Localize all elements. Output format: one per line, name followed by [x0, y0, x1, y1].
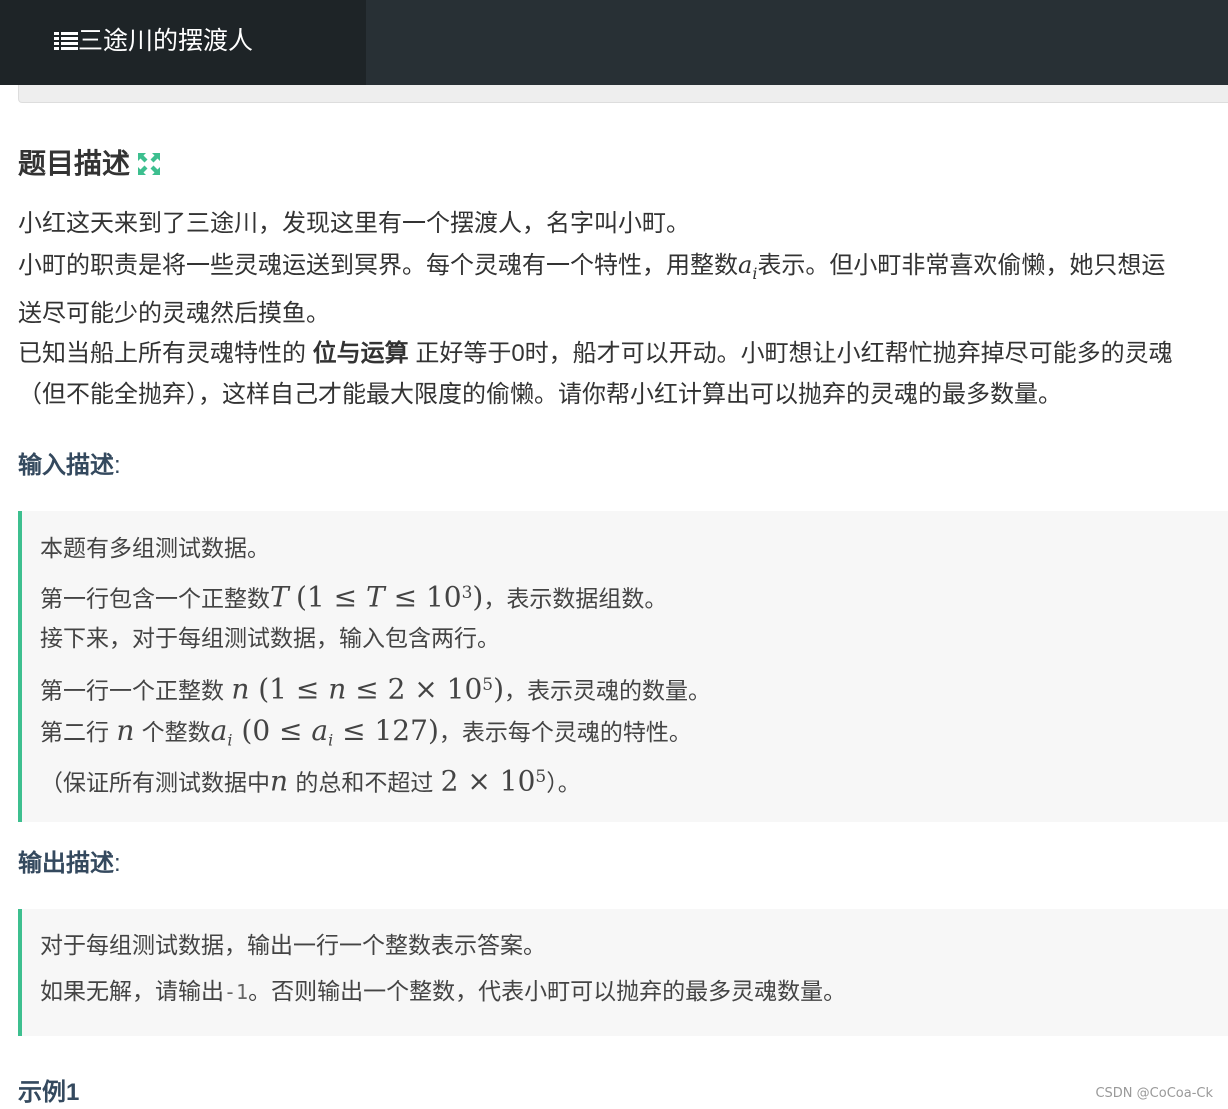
expand-arrows-icon[interactable]: [138, 153, 161, 175]
desc-line: 已知当船上所有灵魂特性的 位与运算 正好等于0时，船才可以开动。小町想让小红帮忙…: [18, 340, 1173, 368]
desc-line: 送尽可能少的灵魂然后摸鱼。: [18, 299, 330, 327]
input-line: 本题有多组测试数据。: [40, 536, 270, 562]
page-title: 三途川的摆渡人: [78, 27, 254, 55]
output-heading: 输出描述:: [18, 850, 121, 877]
problem-heading: 题目描述: [18, 144, 161, 184]
problem-heading-text: 题目描述: [18, 148, 131, 179]
desc-line: 小红这天来到了三途川，发现这里有一个摆渡人，名字叫小町。: [18, 210, 690, 237]
problem-description: 小红这天来到了三途川，发现这里有一个摆渡人，名字叫小町。 小町的职责是将一些灵魂…: [18, 204, 1228, 415]
top-navbar: 三途川的摆渡人: [0, 0, 1228, 85]
output-line: 对于每组测试数据，输出一行一个整数表示答案。: [40, 933, 546, 959]
watermark-text: CSDN @CoCoa-Ck: [1095, 1086, 1213, 1101]
input-line: （保证所有测试数据中n 的总和不超过 2 × 105）。: [40, 764, 581, 798]
output-block: 对于每组测试数据，输出一行一个整数表示答案。 如果无解，请输出-1。否则输出一个…: [18, 909, 1228, 1036]
list-icon: [54, 32, 78, 50]
input-heading: 输入描述:: [18, 452, 121, 479]
brand-area[interactable]: 三途川的摆渡人: [0, 0, 366, 85]
input-line: 接下来，对于每组测试数据，输入包含两行。: [40, 626, 500, 652]
desc-line: （但不能全抛弃），这样自己才能最大限度的偷懒。请你帮小红计算出可以抛弃的灵魂的最…: [18, 380, 1062, 408]
breadcrumb-strip: [18, 85, 1228, 103]
input-line: 第一行包含一个正整数T (1 ≤ T ≤ 103)，表示数据组数。: [40, 580, 668, 614]
desc-line: 小町的职责是将一些灵魂运送到冥界。每个灵魂有一个特性，用整数ai表示。但小町非常…: [18, 250, 1166, 283]
bold-term: 位与运算: [312, 340, 409, 368]
input-line: 第二行 n 个整数ai (0 ≤ ai ≤ 127)，表示每个灵魂的特性。: [40, 714, 692, 750]
example-heading: 示例1: [18, 1079, 80, 1106]
output-line: 如果无解，请输出-1。否则输出一个整数，代表小町可以抛弃的最多灵魂数量。: [40, 979, 847, 1005]
input-line: 第一行一个正整数 n (1 ≤ n ≤ 2 × 105)，表示灵魂的数量。: [40, 672, 712, 706]
inline-code: -1: [224, 980, 249, 1004]
input-block: 本题有多组测试数据。 第一行包含一个正整数T (1 ≤ T ≤ 103)，表示数…: [18, 511, 1228, 822]
